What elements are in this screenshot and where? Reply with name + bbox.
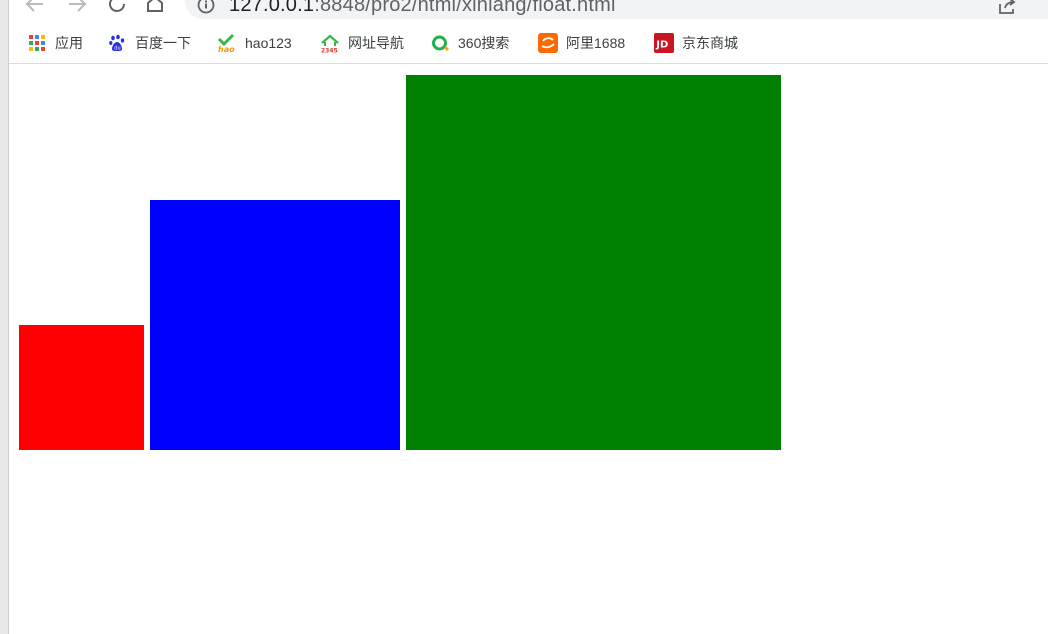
url-text[interactable]: 127.0.0.1:8848/pro2/html/xinlang/float.h…	[229, 0, 616, 17]
bookmark-hao123[interactable]: hao hao123	[217, 31, 292, 55]
jd-icon: JD	[654, 33, 674, 53]
green-box	[406, 75, 781, 450]
bookmark-apps[interactable]: 应用	[27, 31, 83, 55]
svg-text:du: du	[114, 46, 120, 52]
bookmark-360[interactable]: 360搜索	[430, 31, 509, 55]
blue-box	[150, 200, 400, 450]
back-button[interactable]	[23, 0, 47, 16]
page-content	[9, 65, 1048, 634]
bookmark-label: hao123	[245, 35, 292, 51]
bookmark-label: 阿里1688	[566, 35, 626, 51]
home-icon	[147, 0, 163, 12]
url-host: 127.0.0.1	[229, 0, 315, 16]
reload-button[interactable]	[105, 0, 129, 16]
hao123-icon: hao	[217, 33, 237, 53]
browser-toolbar: 127.0.0.1:8848/pro2/html/xinlang/float.h…	[9, 0, 1048, 22]
browser-window: 127.0.0.1:8848/pro2/html/xinlang/float.h…	[0, 0, 1048, 634]
svg-text:hao: hao	[218, 45, 235, 53]
url-path: :8848/pro2/html/xinlang/float.html	[314, 0, 616, 16]
baidu-paw-icon: du	[107, 33, 127, 53]
svg-text:2345: 2345	[321, 48, 338, 54]
bookmark-baidu[interactable]: du 百度一下	[107, 31, 191, 55]
bookmark-label: 360搜索	[458, 35, 510, 51]
info-icon[interactable]	[197, 0, 215, 14]
forward-button[interactable]	[65, 0, 89, 16]
arrow-right-icon	[69, 0, 87, 12]
2345-house-icon: 2345	[320, 33, 340, 53]
bookmark-jd[interactable]: JD 京东商城	[654, 31, 738, 55]
360-search-icon	[430, 33, 450, 53]
bookmark-label: 百度一下	[135, 35, 191, 51]
reload-icon	[109, 0, 125, 12]
bookmark-label: 应用	[55, 35, 83, 51]
bookmark-2345[interactable]: 2345 网址导航	[320, 31, 404, 55]
bookmark-label: 京东商城	[682, 35, 738, 51]
bookmark-1688[interactable]: 阿里1688	[538, 31, 625, 55]
bookmarks-bar: 应用 du 百度一下 hao hao123 2345 网址导航 360搜索 阿里…	[9, 22, 1048, 64]
window-edge	[0, 0, 9, 634]
bookmark-label: 网址导航	[348, 35, 404, 51]
arrow-left-icon	[25, 0, 43, 12]
red-box	[19, 325, 144, 450]
share-icon[interactable]	[997, 0, 1017, 16]
alibaba-1688-icon	[538, 33, 558, 53]
address-bar[interactable]: 127.0.0.1:8848/pro2/html/xinlang/float.h…	[185, 0, 1048, 19]
apps-grid-icon	[27, 33, 47, 53]
home-button[interactable]	[143, 0, 167, 16]
svg-text:JD: JD	[655, 40, 668, 51]
